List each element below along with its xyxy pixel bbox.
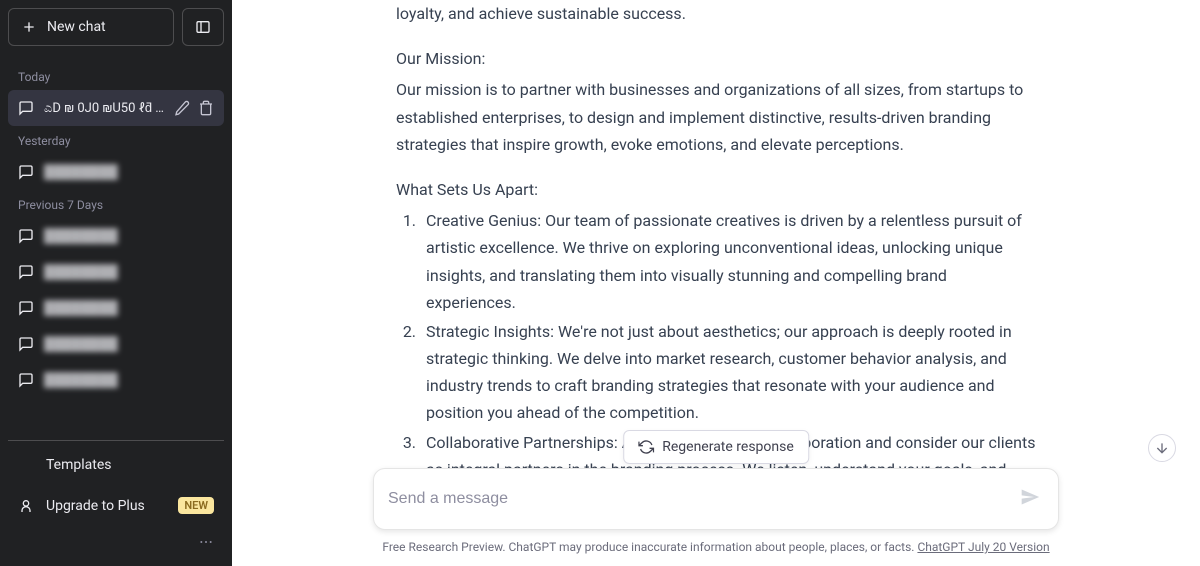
edit-icon[interactable] xyxy=(174,100,190,116)
trash-icon[interactable] xyxy=(198,100,214,116)
regenerate-button[interactable]: Regenerate response xyxy=(623,430,809,464)
message-input[interactable] xyxy=(388,490,1016,508)
chat-item-title: ████████ xyxy=(44,164,214,180)
collapse-sidebar-button[interactable] xyxy=(182,8,224,46)
scroll-down-button[interactable] xyxy=(1148,434,1176,462)
sidebar-bottom: Templates Upgrade to Plus NEW xyxy=(8,440,224,558)
sidebar: New chat Today ಎD ₪ 0J0 ₪U50 ℓƌ /D ] Yes… xyxy=(0,0,232,566)
new-chat-button[interactable]: New chat xyxy=(8,8,174,46)
arrow-down-icon xyxy=(1154,440,1170,456)
chat-icon xyxy=(18,264,34,280)
templates-item[interactable]: Templates xyxy=(8,445,224,485)
section-yesterday: Yesterday xyxy=(8,126,224,154)
chat-item-title: ████████ xyxy=(44,264,214,280)
sidebar-top: New chat xyxy=(8,8,224,46)
chat-icon xyxy=(18,300,34,316)
upgrade-label: Upgrade to Plus xyxy=(46,498,145,514)
chat-icon xyxy=(18,164,34,180)
footer-text: Free Research Preview. ChatGPT may produ… xyxy=(232,540,1200,554)
refresh-icon xyxy=(638,439,654,455)
footer-disclaimer: Free Research Preview. ChatGPT may produ… xyxy=(382,540,917,554)
mission-heading: Our Mission: xyxy=(396,45,1036,72)
chat-item[interactable]: ████████ xyxy=(8,362,224,398)
chat-icon xyxy=(18,100,34,116)
chat-icon xyxy=(18,228,34,244)
list-item: Creative Genius: Our team of passionate … xyxy=(420,207,1036,316)
chat-item-title: ಎD ₪ 0J0 ₪U50 ℓƌ /D ] xyxy=(44,100,164,116)
plus-icon xyxy=(21,19,37,35)
chat-item[interactable]: ████████ xyxy=(8,326,224,362)
chat-item[interactable]: ████████ xyxy=(8,154,224,190)
new-chat-label: New chat xyxy=(47,19,106,35)
panel-icon xyxy=(195,19,211,35)
apart-heading: What Sets Us Apart: xyxy=(396,176,1036,203)
chat-item-active[interactable]: ಎD ₪ 0J0 ₪U50 ℓƌ /D ] xyxy=(8,90,224,126)
apart-list: Creative Genius: Our team of passionate … xyxy=(396,207,1036,510)
footer-version-link[interactable]: ChatGPT July 20 Version xyxy=(917,540,1049,554)
new-badge: NEW xyxy=(178,497,214,514)
templates-label: Templates xyxy=(46,457,112,473)
section-prev7: Previous 7 Days xyxy=(8,190,224,218)
more-button[interactable] xyxy=(8,526,224,558)
chat-item-title: ████████ xyxy=(44,300,214,316)
send-icon xyxy=(1020,487,1040,507)
chat-item-title: ████████ xyxy=(44,372,214,388)
chat-item-title: ████████ xyxy=(44,228,214,244)
message-paragraph: loyalty, and achieve sustainable success… xyxy=(396,0,1036,27)
send-button[interactable] xyxy=(1016,483,1044,515)
regenerate-label: Regenerate response xyxy=(662,439,794,455)
main: loyalty, and achieve sustainable success… xyxy=(232,0,1200,566)
chat-icon xyxy=(18,336,34,352)
mission-body: Our mission is to partner with businesse… xyxy=(396,76,1036,158)
chat-item-title: ████████ xyxy=(44,336,214,352)
user-icon xyxy=(18,498,34,514)
chat-item-actions xyxy=(174,100,214,116)
section-today: Today xyxy=(8,62,224,90)
chat-item[interactable]: ████████ xyxy=(8,254,224,290)
chat-item[interactable]: ████████ xyxy=(8,218,224,254)
upgrade-item[interactable]: Upgrade to Plus NEW xyxy=(8,485,224,526)
list-item: Strategic Insights: We're not just about… xyxy=(420,318,1036,427)
more-icon xyxy=(198,534,214,550)
chat-item[interactable]: ████████ xyxy=(8,290,224,326)
message-input-area xyxy=(373,468,1059,530)
chat-icon xyxy=(18,372,34,388)
